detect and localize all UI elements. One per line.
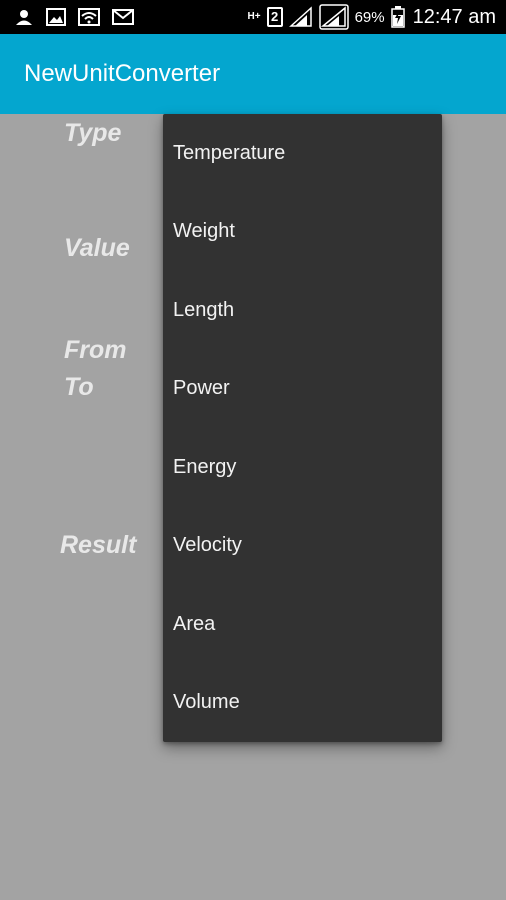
dropdown-item-area[interactable]: Area xyxy=(163,585,442,664)
notification-icons xyxy=(14,6,134,28)
app-bar: NewUnitConverter xyxy=(0,34,506,114)
dropdown-item-label: Weight xyxy=(173,220,235,243)
dropdown-item-label: Volume xyxy=(173,691,240,714)
dropdown-item-label: Energy xyxy=(173,455,237,478)
dropdown-item-power[interactable]: Power xyxy=(163,350,442,429)
system-status-icons: H+ 2 69% 12:47 am xyxy=(248,4,496,30)
sim-slot-badge: 2 xyxy=(266,7,283,27)
dropdown-item-temperature[interactable]: Temperature xyxy=(163,114,442,193)
battery-percentage: 69% xyxy=(354,8,385,26)
from-label: From xyxy=(64,336,127,364)
dropdown-item-weight[interactable]: Weight xyxy=(163,193,442,272)
wifi-notification-icon xyxy=(78,8,100,26)
status-clock: 12:47 am xyxy=(412,5,496,28)
type-label: Type xyxy=(64,119,122,147)
battery-charging-icon xyxy=(390,6,405,28)
dropdown-item-label: Length xyxy=(173,298,235,321)
dropdown-item-label: Area xyxy=(173,612,216,635)
type-dropdown-menu: Temperature Weight Length Power Energy V… xyxy=(163,114,442,742)
signal-strength-icon-sim2 xyxy=(318,4,349,30)
signal-strength-icon xyxy=(288,6,312,27)
status-bar: H+ 2 69% 12:47 am xyxy=(0,0,506,34)
value-label: Value xyxy=(64,234,130,262)
dropdown-item-velocity[interactable]: Velocity xyxy=(163,507,442,586)
to-label: To xyxy=(64,373,94,401)
dropdown-item-label: Velocity xyxy=(173,534,242,557)
app-title: NewUnitConverter xyxy=(24,60,221,87)
result-label: Result xyxy=(60,531,137,559)
network-type-indicator: H+ xyxy=(247,11,261,22)
mail-notification-icon xyxy=(112,9,134,25)
dropdown-item-length[interactable]: Length xyxy=(163,271,442,350)
person-notification-icon xyxy=(16,10,32,25)
image-notification-icon xyxy=(46,8,66,26)
dropdown-item-label: Power xyxy=(173,377,230,400)
dropdown-item-energy[interactable]: Energy xyxy=(163,428,442,507)
dropdown-item-volume[interactable]: Volume xyxy=(163,664,442,743)
dropdown-item-label: Temperature xyxy=(173,141,286,164)
